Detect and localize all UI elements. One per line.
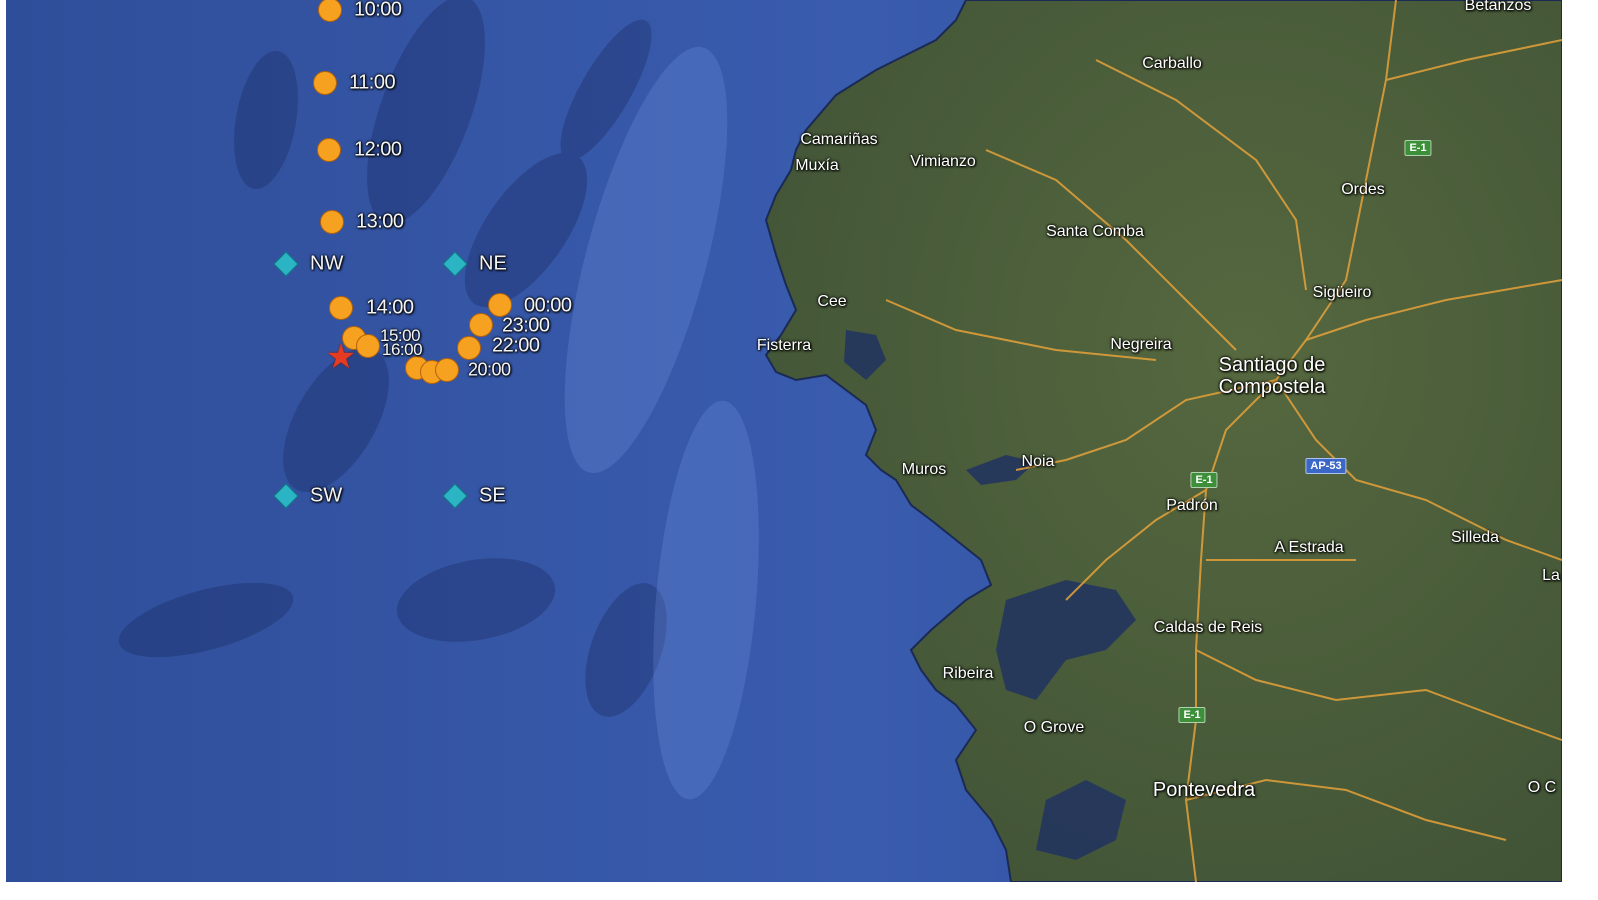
track-point[interactable]	[457, 336, 481, 360]
time-label-20: 20:00	[468, 359, 511, 380]
town-label-la: La	[1542, 567, 1560, 584]
town-label-sigueiro: Sigüeiro	[1312, 284, 1372, 301]
road-shield-e1-north: E-1	[1404, 140, 1432, 156]
track-point[interactable]	[356, 334, 380, 358]
corner-label-sw: SW	[310, 484, 343, 507]
town-label-noia: Noia	[1021, 453, 1055, 470]
town-label-caldas: Caldas de Reis	[1153, 619, 1263, 636]
town-label-fisterra: Fisterra	[756, 337, 812, 354]
town-label-o-c: O C	[1527, 779, 1557, 796]
town-label-silleda: Silleda	[1450, 529, 1500, 546]
road-shield-ap53: AP-53	[1305, 458, 1347, 474]
town-label-muxia: Muxía	[795, 157, 839, 174]
track-point[interactable]	[317, 138, 341, 162]
time-label-10: 10:00	[354, 0, 402, 21]
town-label-camarinas: Camariñas	[800, 131, 878, 148]
corner-label-nw: NW	[310, 252, 344, 275]
track-point[interactable]	[469, 313, 493, 337]
town-label-santa-comba: Santa Comba	[1046, 223, 1144, 240]
town-label-vimianzo: Vimianzo	[910, 153, 976, 170]
city-label-santiago: Santiago de Compostela	[1218, 354, 1326, 398]
track-point[interactable]	[435, 358, 459, 382]
road-shield-e1-mid: E-1	[1190, 472, 1218, 488]
town-label-a-estrada: A Estrada	[1274, 539, 1344, 556]
corner-label-se: SE	[479, 484, 506, 507]
town-label-betanzos: Betanzos	[1464, 0, 1532, 14]
time-label-22: 22:00	[492, 334, 540, 357]
town-label-negreira: Negreira	[1110, 336, 1172, 353]
town-label-padron: Padrón	[1166, 497, 1218, 514]
time-label-13: 13:00	[356, 210, 404, 233]
time-label-11: 11:00	[349, 71, 396, 94]
track-point[interactable]	[329, 296, 353, 320]
town-label-muros: Muros	[901, 461, 947, 478]
track-point[interactable]	[488, 293, 512, 317]
map-base-layer	[6, 0, 1562, 882]
origin-star-icon[interactable]: ★	[326, 340, 356, 374]
time-label-14: 14:00	[366, 296, 414, 319]
satellite-map[interactable]: Betanzos Carballo Camariñas Muxía Vimian…	[6, 0, 1562, 882]
road-shield-e1-south: E-1	[1178, 707, 1206, 723]
town-label-o-grove: O Grove	[1023, 719, 1085, 736]
town-label-cee: Cee	[817, 293, 847, 310]
city-label-pontevedra: Pontevedra	[1152, 779, 1256, 801]
corner-label-ne: NE	[479, 252, 507, 275]
town-label-carballo: Carballo	[1142, 55, 1202, 72]
town-label-ordes: Ordes	[1341, 181, 1385, 198]
time-label-16: 16:00	[382, 340, 423, 359]
track-point[interactable]	[320, 210, 344, 234]
track-point[interactable]	[313, 71, 337, 95]
town-label-ribeira: Ribeira	[942, 665, 994, 682]
time-label-12: 12:00	[354, 138, 402, 161]
